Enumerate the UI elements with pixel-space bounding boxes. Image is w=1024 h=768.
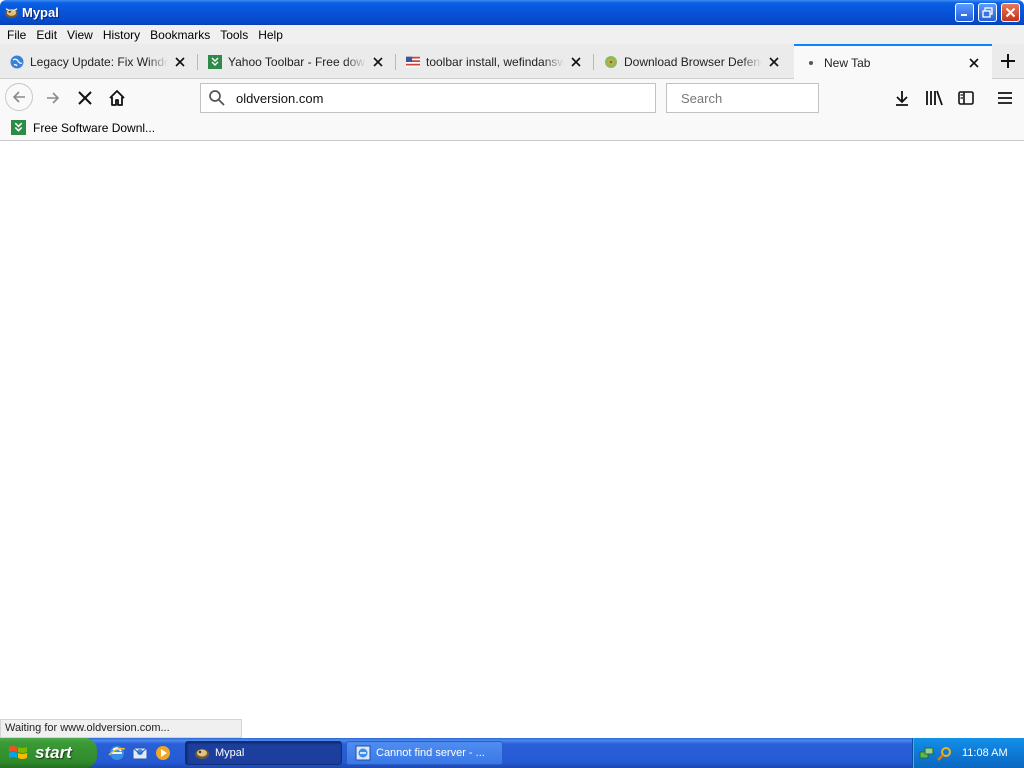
menu-view[interactable]: View (62, 28, 98, 42)
sidebar-icon (958, 91, 974, 105)
flag-favicon-icon (406, 55, 420, 69)
tab-new-tab[interactable]: New Tab (794, 44, 992, 79)
download-favicon-icon (11, 120, 26, 135)
download-icon (896, 91, 908, 106)
tab-label: New Tab (824, 55, 871, 70)
home-icon (109, 90, 125, 106)
menu-file[interactable]: File (2, 28, 31, 42)
tab-browser-defender[interactable]: Download Browser Defender (594, 46, 792, 78)
menu-history[interactable]: History (98, 28, 145, 42)
forward-button[interactable] (39, 84, 67, 112)
bookmark-item[interactable]: Free Software Downl... (11, 120, 155, 135)
tab-yahoo-toolbar[interactable]: Yahoo Toolbar - Free downlo (198, 46, 396, 78)
taskbar-item-label: Mypal (215, 747, 245, 759)
restore-button[interactable] (978, 3, 997, 22)
stop-button[interactable] (71, 84, 99, 112)
taskbar: start Mypal Cannot find server - ... 11:… (0, 738, 1024, 768)
status-panel: Waiting for www.oldversion.com... (0, 719, 242, 738)
system-tray: 11:08 AM (912, 738, 1024, 768)
menu-edit[interactable]: Edit (31, 28, 62, 42)
network-icon[interactable] (919, 746, 934, 761)
magnifier-tray-icon[interactable] (937, 746, 952, 761)
back-arrow-icon (12, 91, 25, 103)
sidebar-button[interactable] (952, 84, 980, 112)
menu-bar: File Edit View History Bookmarks Tools H… (0, 25, 1024, 44)
stop-x-icon (78, 91, 92, 105)
taskbar-item-label: Cannot find server - ... (376, 747, 485, 759)
tab-strip: Legacy Update: Fix Windows Yahoo Toolbar… (0, 44, 1024, 79)
search-bar[interactable] (666, 83, 859, 113)
mypal-app-icon (4, 8, 19, 19)
library-button[interactable] (920, 84, 948, 112)
menu-bookmarks[interactable]: Bookmarks (145, 28, 215, 42)
close-window-button[interactable] (1001, 3, 1020, 22)
close-tab-icon[interactable] (172, 54, 188, 70)
search-icon (209, 90, 225, 106)
close-tab-icon[interactable] (370, 54, 386, 70)
url-input[interactable] (234, 89, 655, 107)
close-tab-icon[interactable] (568, 54, 584, 70)
menu-button[interactable] (991, 84, 1019, 112)
mypal-app-icon (195, 749, 209, 759)
tab-legacy-update[interactable]: Legacy Update: Fix Windows (0, 46, 198, 78)
minimize-button[interactable] (955, 3, 974, 22)
page-content-area[interactable] (0, 141, 1024, 738)
outlook-express-icon[interactable] (131, 744, 149, 762)
menu-help[interactable]: Help (253, 28, 288, 42)
plus-icon (1001, 54, 1015, 68)
navigation-toolbar (0, 79, 1024, 117)
window-title: Mypal (22, 5, 59, 20)
bookmark-label: Free Software Downl... (33, 120, 156, 135)
internet-explorer-icon (355, 745, 371, 761)
menu-tools[interactable]: Tools (215, 28, 253, 42)
restore-icon (982, 7, 993, 18)
tab-label: toolbar install, wefindanswer (426, 55, 564, 69)
search-input[interactable] (679, 89, 859, 107)
close-icon (1005, 7, 1016, 18)
minimize-icon (961, 14, 967, 16)
loading-dot-icon (804, 56, 818, 70)
tab-toolbar-install[interactable]: toolbar install, wefindanswer (396, 46, 594, 78)
back-button[interactable] (5, 83, 33, 111)
close-tab-icon[interactable] (766, 54, 782, 70)
media-player-icon[interactable] (154, 744, 172, 762)
taskbar-item-mypal[interactable]: Mypal (185, 741, 342, 765)
window-title-bar[interactable]: Mypal (0, 0, 1024, 25)
forward-arrow-icon (47, 92, 60, 104)
download-favicon-icon (208, 55, 222, 69)
new-tab-button[interactable] (998, 51, 1018, 71)
home-button[interactable] (103, 84, 131, 112)
start-label: start (35, 743, 72, 762)
hamburger-menu-icon (998, 92, 1012, 104)
bookmarks-toolbar: Free Software Downl... (0, 117, 1024, 141)
url-bar[interactable] (200, 83, 656, 113)
close-tab-icon[interactable] (966, 55, 982, 71)
tab-label: Download Browser Defender (624, 55, 762, 69)
tab-label: Yahoo Toolbar - Free downlo (228, 55, 366, 69)
defender-favicon-icon (604, 55, 618, 69)
internet-explorer-icon[interactable] (108, 744, 126, 762)
taskbar-item-cannot-find-server[interactable]: Cannot find server - ... (346, 741, 503, 765)
start-button[interactable]: start (0, 738, 97, 768)
windows-flag-icon (9, 746, 27, 759)
globe-icon (10, 55, 24, 69)
tab-label: Legacy Update: Fix Windows (30, 55, 168, 69)
clock: 11:08 AM (962, 747, 1008, 759)
downloads-button[interactable] (888, 84, 916, 112)
library-icon (926, 90, 943, 106)
